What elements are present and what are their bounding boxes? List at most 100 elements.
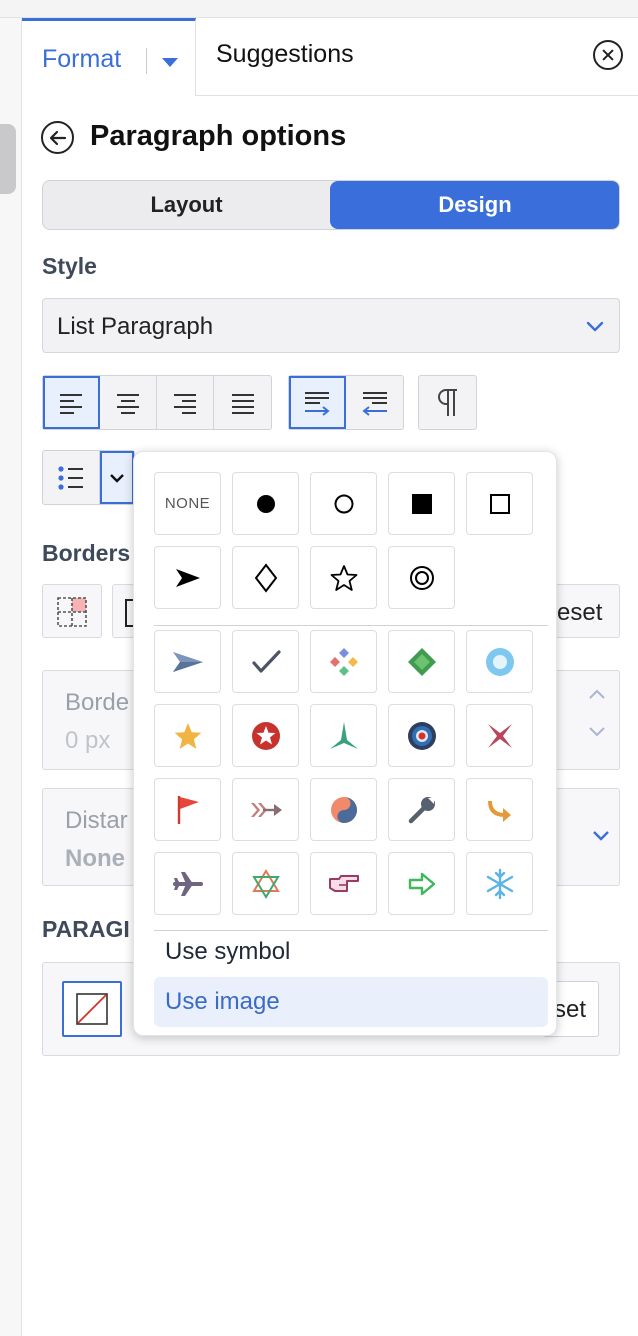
tab-format[interactable]: Format bbox=[22, 18, 196, 96]
ltr-button[interactable] bbox=[289, 376, 346, 429]
teal-tristar-icon bbox=[329, 721, 358, 749]
curved-arrow-icon bbox=[487, 800, 511, 822]
close-icon[interactable] bbox=[593, 40, 623, 70]
justify-button[interactable] bbox=[214, 376, 271, 429]
bullet-red-star-badge-option[interactable] bbox=[232, 704, 299, 767]
star-of-david-icon bbox=[251, 868, 280, 899]
rtl-button[interactable] bbox=[346, 376, 403, 429]
bullet-fletched-arrow-option[interactable] bbox=[232, 778, 299, 841]
bullet-green-gem-option[interactable] bbox=[388, 630, 455, 693]
bullet-list-button[interactable] bbox=[43, 451, 100, 504]
bullet-filled-square-option[interactable] bbox=[388, 472, 455, 535]
bullet-star-option[interactable] bbox=[310, 546, 377, 609]
justify-icon bbox=[231, 393, 254, 414]
popup-divider bbox=[154, 625, 548, 626]
bullet-teal-tristar-option[interactable] bbox=[310, 704, 377, 767]
chevron-down-icon bbox=[586, 321, 604, 332]
bullseye-icon bbox=[409, 565, 434, 590]
align-left-button[interactable] bbox=[43, 376, 100, 429]
bullet-airplane-option[interactable] bbox=[154, 852, 221, 915]
four-color-diamonds-icon bbox=[329, 647, 358, 676]
no-fill-color-button[interactable] bbox=[62, 981, 122, 1037]
style-select-value: List Paragraph bbox=[57, 313, 214, 340]
align-right-icon bbox=[174, 393, 196, 414]
no-color-icon bbox=[76, 993, 108, 1025]
pilcrow-icon bbox=[437, 388, 457, 416]
border-all-button[interactable] bbox=[42, 584, 102, 638]
hollow-circle-icon bbox=[334, 494, 353, 513]
bullet-paper-plane-option[interactable] bbox=[154, 630, 221, 693]
bullet-hollow-circle-option[interactable] bbox=[310, 472, 377, 535]
bullet-filled-circle-option[interactable] bbox=[232, 472, 299, 535]
bullet-four-diamonds-option[interactable] bbox=[310, 630, 377, 693]
airplane-icon bbox=[172, 871, 203, 896]
filled-square-icon bbox=[411, 493, 432, 514]
fletched-arrow-icon bbox=[250, 802, 282, 817]
bullet-snowflake-option[interactable] bbox=[466, 852, 533, 915]
shading-reset-label: set bbox=[554, 996, 587, 1023]
bullet-none-option[interactable]: NONE bbox=[154, 472, 221, 535]
bullet-maltese-cross-option[interactable] bbox=[466, 704, 533, 767]
red-flag-icon bbox=[177, 795, 199, 824]
bullet-arrowhead-option[interactable] bbox=[154, 546, 221, 609]
align-center-icon bbox=[117, 393, 139, 414]
bullet-list-group bbox=[42, 450, 135, 505]
chevron-up-icon[interactable] bbox=[587, 687, 607, 701]
use-symbol-option[interactable]: Use symbol bbox=[154, 927, 548, 977]
arrowhead-icon bbox=[175, 568, 200, 587]
bullet-curved-arrow-option[interactable] bbox=[466, 778, 533, 841]
pointing-hand-icon bbox=[328, 874, 359, 892]
style-select[interactable]: List Paragraph bbox=[42, 298, 620, 353]
use-image-option[interactable]: Use image bbox=[154, 977, 548, 1027]
blue-ring-icon bbox=[485, 647, 514, 676]
border-cell-icon bbox=[57, 597, 87, 627]
chevron-down-icon bbox=[593, 831, 609, 841]
border-width-label: Borde bbox=[65, 689, 130, 716]
formatting-marks-group bbox=[418, 375, 477, 430]
bullet-style-dropdown[interactable] bbox=[100, 451, 134, 504]
bullet-yin-yang-option[interactable] bbox=[310, 778, 377, 841]
chevron-down-icon[interactable] bbox=[587, 725, 607, 739]
bullet-red-flag-option[interactable] bbox=[154, 778, 221, 841]
align-center-button[interactable] bbox=[100, 376, 157, 429]
panel-tabbar: Format Suggestions bbox=[22, 18, 638, 96]
align-left-icon bbox=[60, 393, 82, 414]
text-direction-group bbox=[288, 375, 404, 430]
chevron-down-icon bbox=[110, 473, 124, 483]
align-right-button[interactable] bbox=[157, 376, 214, 429]
bullet-pointing-hand-option[interactable] bbox=[310, 852, 377, 915]
hollow-square-icon bbox=[489, 493, 510, 514]
bullet-diamond-option[interactable] bbox=[232, 546, 299, 609]
segment-design[interactable]: Design bbox=[330, 181, 619, 229]
bullet-star-of-david-option[interactable] bbox=[232, 852, 299, 915]
bullet-hollow-square-option[interactable] bbox=[466, 472, 533, 535]
diamond-icon bbox=[254, 562, 277, 593]
tab-suggestions[interactable]: Suggestions bbox=[216, 40, 354, 69]
star-outline-icon bbox=[330, 564, 357, 591]
tab-separator bbox=[146, 48, 147, 74]
caret-down-icon[interactable] bbox=[162, 58, 178, 67]
snowflake-icon bbox=[486, 868, 513, 899]
back-arrow-icon[interactable] bbox=[41, 121, 74, 154]
bullet-none-label: NONE bbox=[164, 495, 211, 512]
style-label: Style bbox=[42, 253, 97, 279]
show-formatting-button[interactable] bbox=[419, 376, 476, 429]
bullet-green-arrow-option[interactable] bbox=[388, 852, 455, 915]
segment-layout[interactable]: Layout bbox=[43, 181, 330, 229]
bullet-wrench-option[interactable] bbox=[388, 778, 455, 841]
bullet-checkmark-option[interactable] bbox=[232, 630, 299, 693]
red-star-badge-icon bbox=[251, 721, 280, 750]
bullet-blue-ring-option[interactable] bbox=[466, 630, 533, 693]
green-arrow-icon bbox=[408, 872, 435, 895]
border-width-value: 0 px bbox=[65, 727, 111, 754]
bullet-target-option[interactable] bbox=[388, 704, 455, 767]
bulleted-list-icon bbox=[58, 465, 83, 490]
scrollbar-thumb[interactable] bbox=[0, 124, 16, 194]
ltr-icon bbox=[305, 391, 330, 416]
tab-format-label: Format bbox=[42, 45, 122, 73]
bullet-gold-star-option[interactable] bbox=[154, 704, 221, 767]
filled-circle-icon bbox=[256, 494, 275, 513]
distance-value: None bbox=[65, 845, 125, 872]
bullet-bullseye-option[interactable] bbox=[388, 546, 455, 609]
panel-title: Paragraph options bbox=[90, 120, 347, 152]
